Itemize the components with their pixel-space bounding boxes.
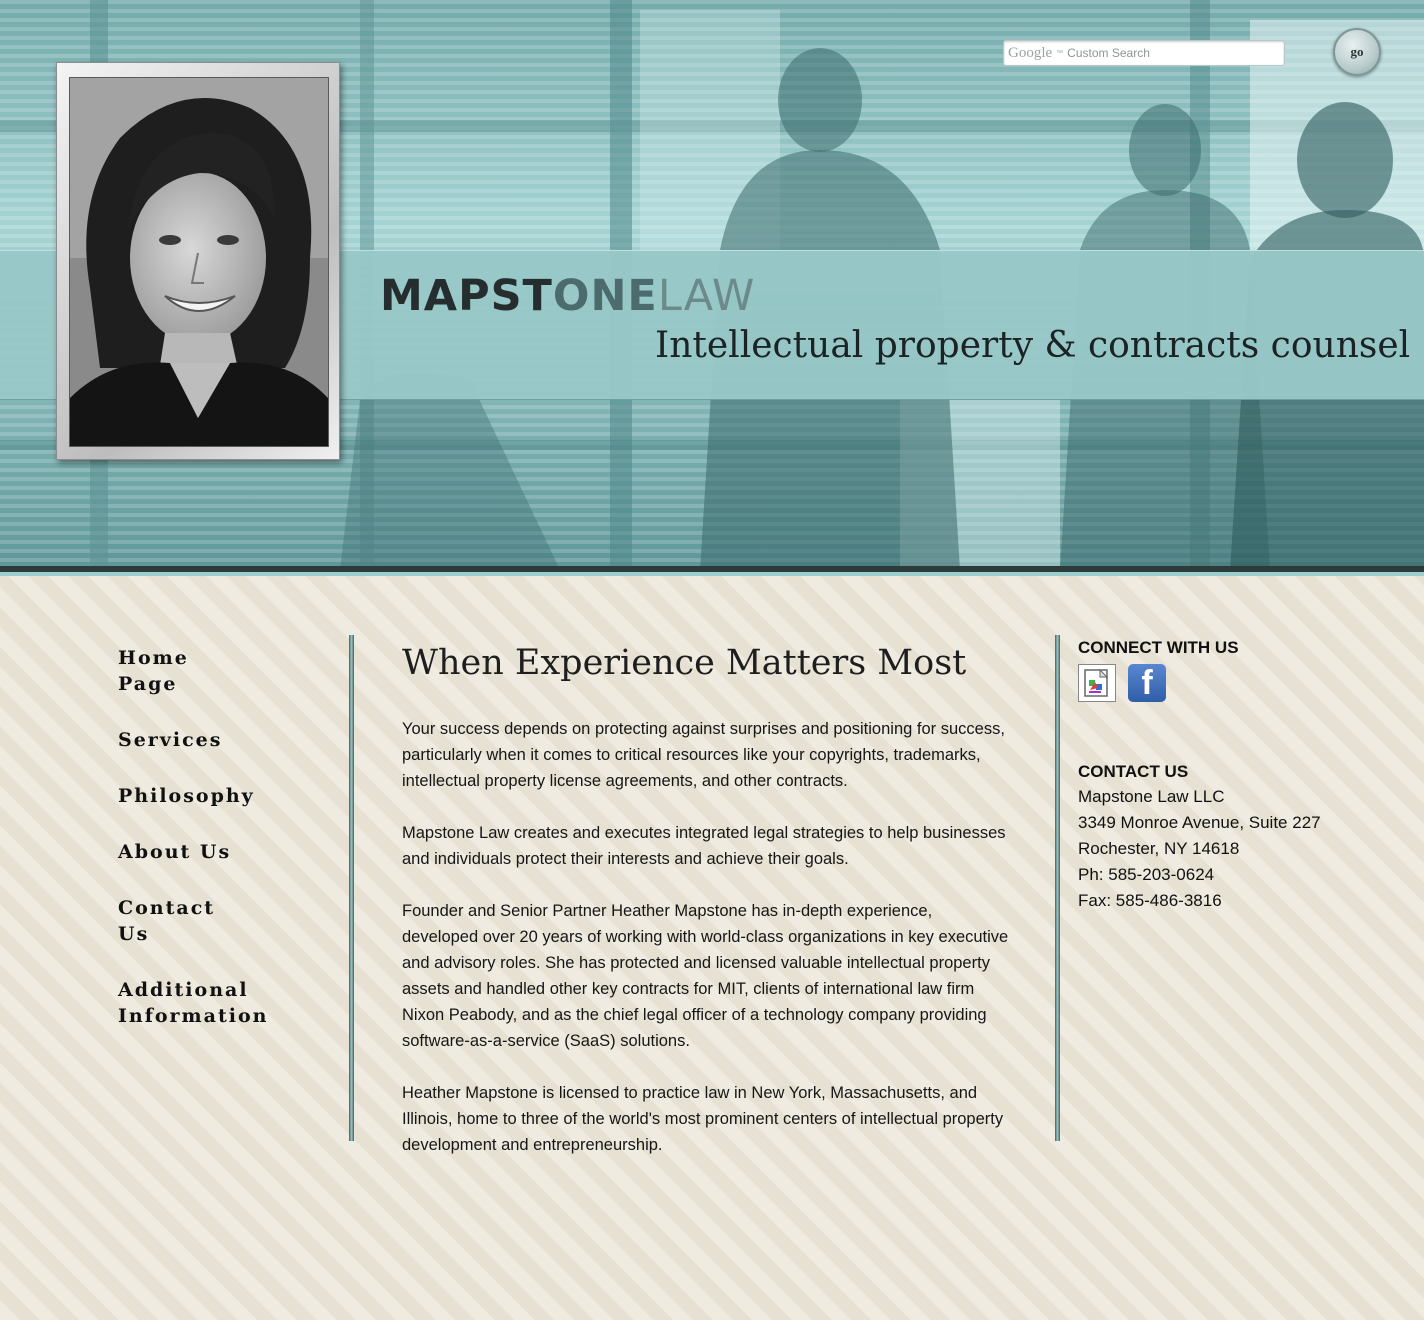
nav-additional-information[interactable]: Additional Information: [118, 977, 318, 1029]
broken-image-icon: [1084, 668, 1109, 697]
google-logo: Google: [1008, 44, 1053, 61]
body-paragraph: Founder and Senior Partner Heather Mapst…: [402, 902, 1009, 1050]
nav-services[interactable]: Services: [118, 727, 318, 753]
nav-label: Contact: [118, 897, 216, 919]
header-divider-accent: [0, 572, 1424, 576]
nav-about-us[interactable]: About Us: [118, 839, 318, 865]
nav-label: Services: [118, 729, 223, 751]
body-paragraph: Your success depends on protecting again…: [402, 720, 1005, 790]
page-title: When Experience Matters Most: [402, 643, 967, 683]
right-column-divider: [1055, 635, 1060, 1141]
nav-label: Us: [118, 923, 150, 945]
contact-city: Rochester, NY 14618: [1078, 839, 1240, 858]
body-paragraph: Mapstone Law creates and executes integr…: [402, 824, 1006, 868]
nav-contact-us[interactable]: Contact Us: [118, 895, 318, 947]
nav-philosophy[interactable]: Philosophy: [118, 783, 318, 809]
left-column-divider: [349, 635, 354, 1141]
logo-law: LAW: [657, 271, 756, 321]
facebook-icon[interactable]: f: [1128, 664, 1166, 702]
nav-label: Information: [118, 1005, 269, 1027]
contact-heading: CONTACT US: [1078, 762, 1189, 781]
portrait-frame: [56, 62, 340, 460]
google-trademark: ™: [1056, 49, 1064, 57]
header-banner: MAPSTONELAW Intellectual property & cont…: [0, 0, 1424, 570]
connect-heading: CONNECT WITH US: [1078, 638, 1239, 657]
contact-address: 3349 Monroe Avenue, Suite 227: [1078, 813, 1321, 832]
contact-fax: Fax: 585-486-3816: [1078, 891, 1222, 910]
main-nav: Home Page Services Philosophy About Us C…: [118, 645, 318, 1059]
logo-mapst: MAPST: [380, 271, 553, 321]
right-sidebar: CONNECT WITH US f CONTACT US Mapstone La…: [1078, 636, 1408, 914]
logo-one: ONE: [552, 271, 658, 321]
contact-phone: Ph: 585-203-0624: [1078, 865, 1215, 884]
social-links: f: [1078, 664, 1408, 702]
body-paragraph: Heather Mapstone is licensed to practice…: [402, 1084, 1004, 1154]
nav-label: Home: [118, 647, 189, 669]
nav-label: Page: [118, 673, 178, 695]
search-placeholder: Custom Search: [1067, 46, 1150, 60]
search-go-button[interactable]: go: [1333, 28, 1381, 76]
nav-label: Philosophy: [118, 785, 255, 807]
site-logo[interactable]: MAPSTONELAW: [380, 272, 755, 320]
search-input[interactable]: Google ™ Custom Search: [1003, 40, 1285, 66]
nav-label: Additional: [118, 979, 249, 1001]
portrait-image: [70, 78, 328, 446]
nav-label: About Us: [118, 841, 232, 863]
site-tagline: Intellectual property & contracts counse…: [655, 325, 1411, 366]
main-content: When Experience Matters Most Your succes…: [402, 640, 1012, 1184]
contact-company: Mapstone Law LLC: [1078, 787, 1225, 806]
contact-block: CONTACT US Mapstone Law LLC 3349 Monroe …: [1078, 760, 1408, 914]
portrait-photo: [69, 77, 329, 447]
nav-home-page[interactable]: Home Page: [118, 645, 318, 697]
social-link-icon[interactable]: [1078, 664, 1116, 702]
